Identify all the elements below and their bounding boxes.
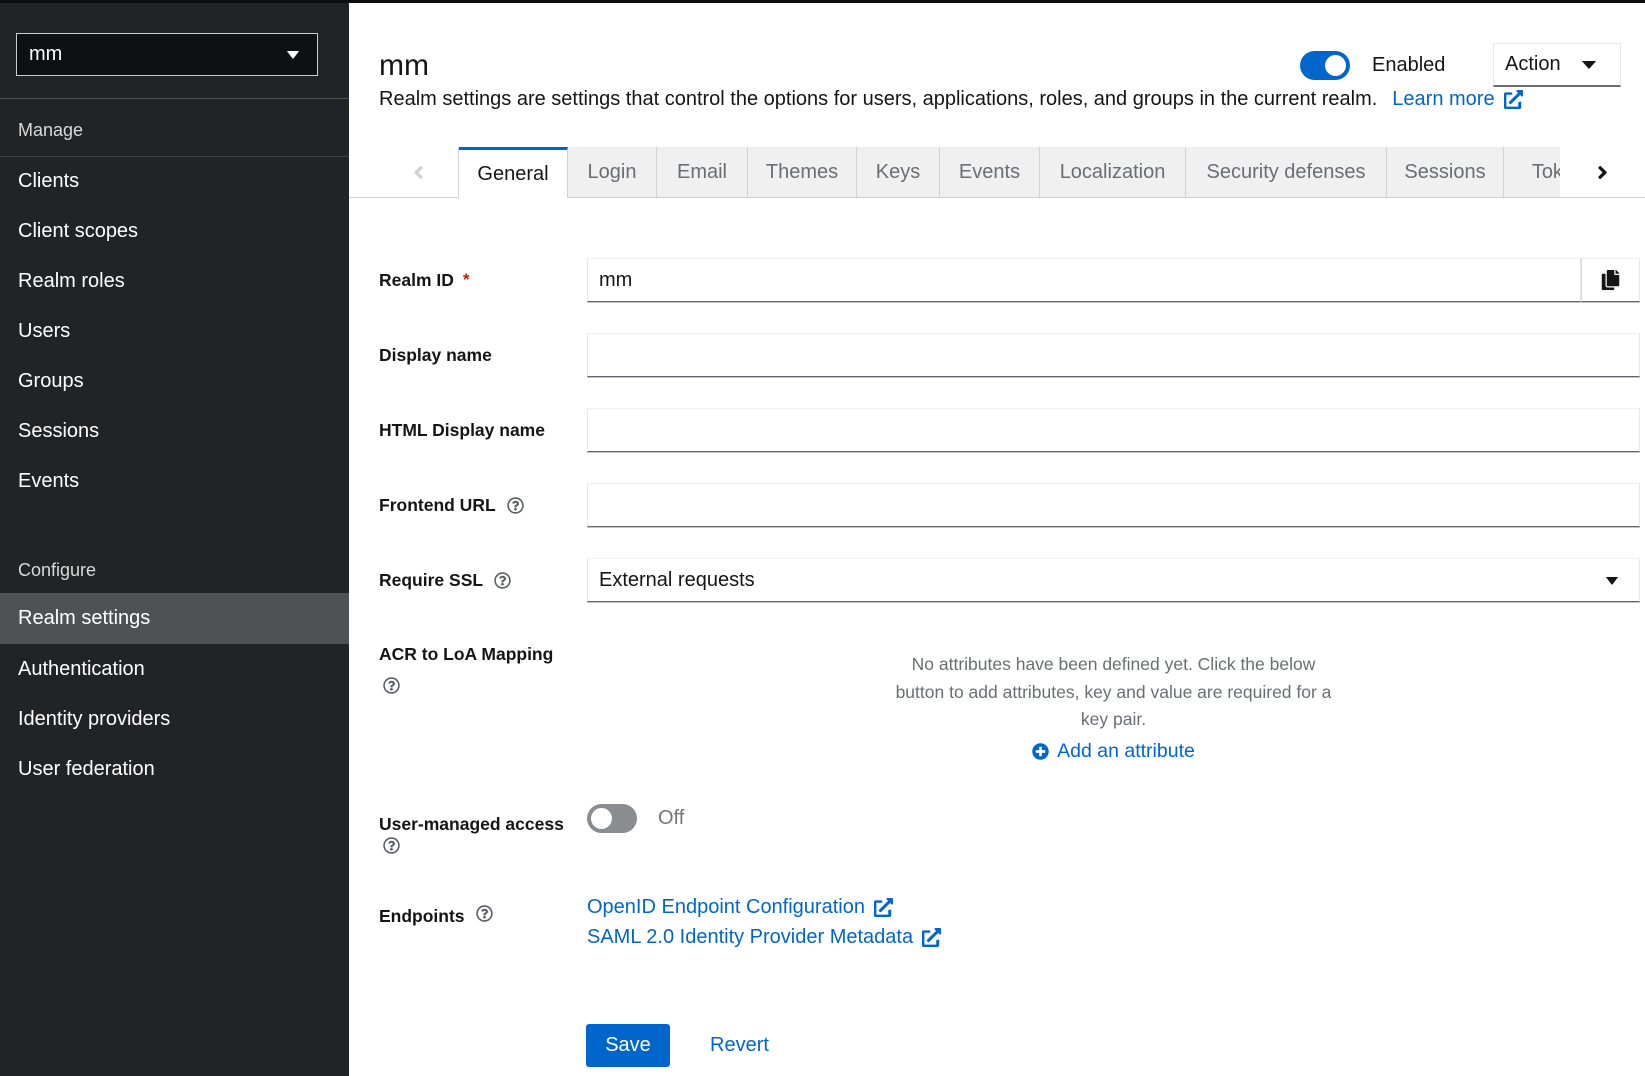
openid-endpoint-link[interactable]: OpenID Endpoint Configuration: [587, 892, 893, 922]
sidebar-item-realm-settings[interactable]: Realm settings: [0, 593, 349, 644]
realm-selector-dropdown[interactable]: mm: [16, 33, 318, 76]
frontend-url-label: Frontend URL: [379, 483, 524, 527]
help-icon[interactable]: [476, 905, 493, 922]
sidebar: mm Manage Clients Client scopes Realm ro…: [0, 0, 349, 1076]
help-icon[interactable]: [507, 497, 524, 514]
acr-to-loa-label: ACR to LoA Mapping: [379, 644, 574, 665]
frontend-url-input[interactable]: [587, 483, 1640, 527]
caret-down-icon: [1582, 61, 1596, 69]
revert-button[interactable]: Revert: [698, 1024, 781, 1067]
sidebar-item-realm-roles[interactable]: Realm roles: [0, 256, 349, 306]
page-description: Realm settings are settings that control…: [379, 88, 1523, 111]
saml-metadata-link[interactable]: SAML 2.0 Identity Provider Metadata: [587, 922, 941, 952]
tab-themes[interactable]: Themes: [748, 147, 857, 198]
toggle-knob: [1325, 55, 1346, 76]
angle-left-icon: [413, 162, 424, 183]
external-link-icon: [874, 898, 893, 917]
realm-id-input[interactable]: mm: [587, 258, 1581, 302]
tab-email[interactable]: Email: [657, 147, 748, 198]
sidebar-item-users[interactable]: Users: [0, 306, 349, 356]
help-icon[interactable]: [383, 837, 400, 859]
user-managed-access-state: Off: [658, 804, 684, 833]
enabled-toggle-label: Enabled: [1372, 51, 1445, 80]
current-realm-name: mm: [29, 43, 287, 66]
realm-selector-area: mm: [0, 0, 349, 99]
save-button[interactable]: Save: [586, 1024, 670, 1067]
external-link-icon: [1504, 90, 1523, 109]
sidebar-item-authentication[interactable]: Authentication: [0, 644, 349, 694]
tab-security-defenses[interactable]: Security defenses: [1186, 147, 1387, 198]
learn-more-link[interactable]: Learn more: [1392, 88, 1522, 110]
enabled-toggle[interactable]: [1300, 51, 1350, 80]
external-link-icon: [922, 928, 941, 947]
acr-empty-state: No attributes have been defined yet. Cli…: [587, 651, 1640, 734]
html-display-name-input[interactable]: [587, 408, 1640, 452]
tab-login[interactable]: Login: [568, 147, 657, 198]
add-attribute-button[interactable]: Add an attribute: [587, 740, 1640, 763]
tab-bar: General Login Email Themes Keys Events L…: [349, 147, 1645, 198]
tab-events[interactable]: Events: [940, 147, 1040, 198]
require-ssl-select[interactable]: External requests: [587, 558, 1640, 602]
tab-localization[interactable]: Localization: [1040, 147, 1186, 198]
user-managed-access-toggle[interactable]: [587, 804, 637, 833]
html-display-name-label: HTML Display name: [379, 408, 545, 452]
help-icon[interactable]: [494, 572, 511, 589]
copy-icon: [1601, 270, 1620, 290]
sidebar-item-events[interactable]: Events: [0, 456, 349, 506]
nav-group-title-manage: Manage: [0, 104, 349, 156]
nav-group-title-configure: Configure: [0, 544, 349, 596]
tab-list: General Login Email Themes Keys Events L…: [459, 147, 1560, 198]
copy-button[interactable]: [1581, 258, 1640, 302]
realm-id-label: Realm ID*: [379, 258, 470, 302]
caret-down-icon: [1606, 577, 1618, 585]
sidebar-item-client-scopes[interactable]: Client scopes: [0, 206, 349, 256]
tab-scroll-right-button[interactable]: [1560, 147, 1645, 198]
masthead-strip: [0, 0, 1645, 3]
help-icon[interactable]: [383, 677, 400, 699]
sidebar-item-groups[interactable]: Groups: [0, 356, 349, 406]
display-name-input[interactable]: [587, 333, 1640, 377]
angle-right-icon: [1597, 162, 1608, 183]
require-ssl-label: Require SSL: [379, 558, 511, 602]
sidebar-item-sessions[interactable]: Sessions: [0, 406, 349, 456]
toggle-knob: [591, 808, 612, 829]
tab-tokens[interactable]: Tokens: [1504, 147, 1560, 198]
plus-circle-icon: [1032, 743, 1049, 760]
display-name-label: Display name: [379, 333, 492, 377]
tab-keys[interactable]: Keys: [857, 147, 940, 198]
action-dropdown[interactable]: Action: [1493, 43, 1621, 87]
sidebar-item-clients[interactable]: Clients: [0, 156, 349, 206]
tab-scroll-left-button[interactable]: [349, 147, 459, 198]
endpoints-label: Endpoints: [379, 905, 493, 927]
page-title: mm: [379, 49, 429, 83]
tab-general[interactable]: General: [459, 147, 568, 198]
sidebar-item-identity-providers[interactable]: Identity providers: [0, 694, 349, 744]
sidebar-item-user-federation[interactable]: User federation: [0, 744, 349, 794]
required-asterisk: *: [463, 270, 470, 290]
caret-down-icon: [287, 51, 299, 59]
user-managed-access-label: User-managed access: [379, 814, 564, 835]
tab-sessions[interactable]: Sessions: [1387, 147, 1504, 198]
